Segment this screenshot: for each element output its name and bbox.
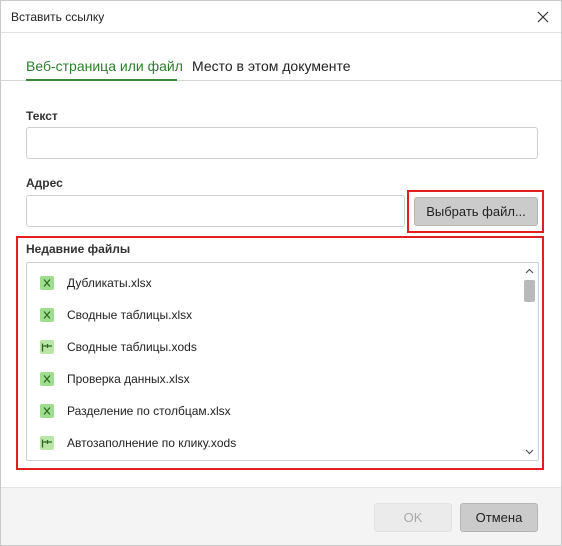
file-name: Сводные таблицы.xlsx xyxy=(67,308,193,322)
cancel-button[interactable]: Отмена xyxy=(460,503,538,532)
scroll-down-button[interactable] xyxy=(524,447,535,457)
dialog-footer: OK Отмена xyxy=(1,487,561,545)
insert-link-dialog: Вставить ссылку Веб-страница или файл Ме… xyxy=(0,0,562,546)
vertical-scrollbar[interactable] xyxy=(521,263,538,460)
text-input[interactable] xyxy=(26,127,538,159)
tab-place-in-document[interactable]: Место в этом документе xyxy=(192,58,351,74)
address-field-label: Адрес xyxy=(26,176,63,190)
choose-file-button[interactable]: Выбрать файл... xyxy=(414,197,538,226)
dialog-title: Вставить ссылку xyxy=(11,10,105,24)
ok-button[interactable]: OK xyxy=(374,503,452,532)
xlsx-file-icon xyxy=(40,276,54,290)
scroll-thumb[interactable] xyxy=(524,280,535,302)
tab-web-page-or-file[interactable]: Веб-страница или файл xyxy=(26,58,183,74)
xods-file-icon xyxy=(40,340,54,354)
xlsx-file-icon xyxy=(40,372,54,386)
recent-files-label: Недавние файлы xyxy=(26,242,131,256)
chevron-down-icon xyxy=(525,449,534,455)
file-name: Проверка данных.xlsx xyxy=(67,372,190,386)
chevron-up-icon xyxy=(525,268,534,274)
file-name: Сводные таблицы.xods xyxy=(67,340,197,354)
scroll-up-button[interactable] xyxy=(524,266,535,276)
list-item[interactable]: Проверка данных.xlsx xyxy=(27,363,521,395)
title-bar: Вставить ссылку xyxy=(1,1,561,33)
list-item[interactable]: Автозаполнение по клику.xods xyxy=(27,427,521,459)
address-input[interactable] xyxy=(26,195,405,227)
list-item[interactable]: Сводные таблицы.xlsx xyxy=(27,299,521,331)
text-field-label: Текст xyxy=(26,109,58,123)
close-icon xyxy=(537,11,549,23)
list-item[interactable]: Дубликаты.xlsx xyxy=(27,267,521,299)
tab-bar: Веб-страница или файл Место в этом докум… xyxy=(1,33,561,81)
xlsx-file-icon xyxy=(40,308,54,322)
list-item[interactable]: Разделение по столбцам.xlsx xyxy=(27,395,521,427)
list-item[interactable]: Сводные таблицы.xods xyxy=(27,331,521,363)
file-name: Дубликаты.xlsx xyxy=(67,276,152,290)
xods-file-icon xyxy=(40,436,54,450)
recent-files-list[interactable]: Дубликаты.xlsx Сводные таблицы.xlsx Свод… xyxy=(26,262,539,461)
file-name: Автозаполнение по клику.xods xyxy=(67,436,237,450)
xlsx-file-icon xyxy=(40,404,54,418)
close-button[interactable] xyxy=(531,5,555,29)
file-name: Разделение по столбцам.xlsx xyxy=(67,404,231,418)
active-tab-indicator xyxy=(26,79,177,81)
